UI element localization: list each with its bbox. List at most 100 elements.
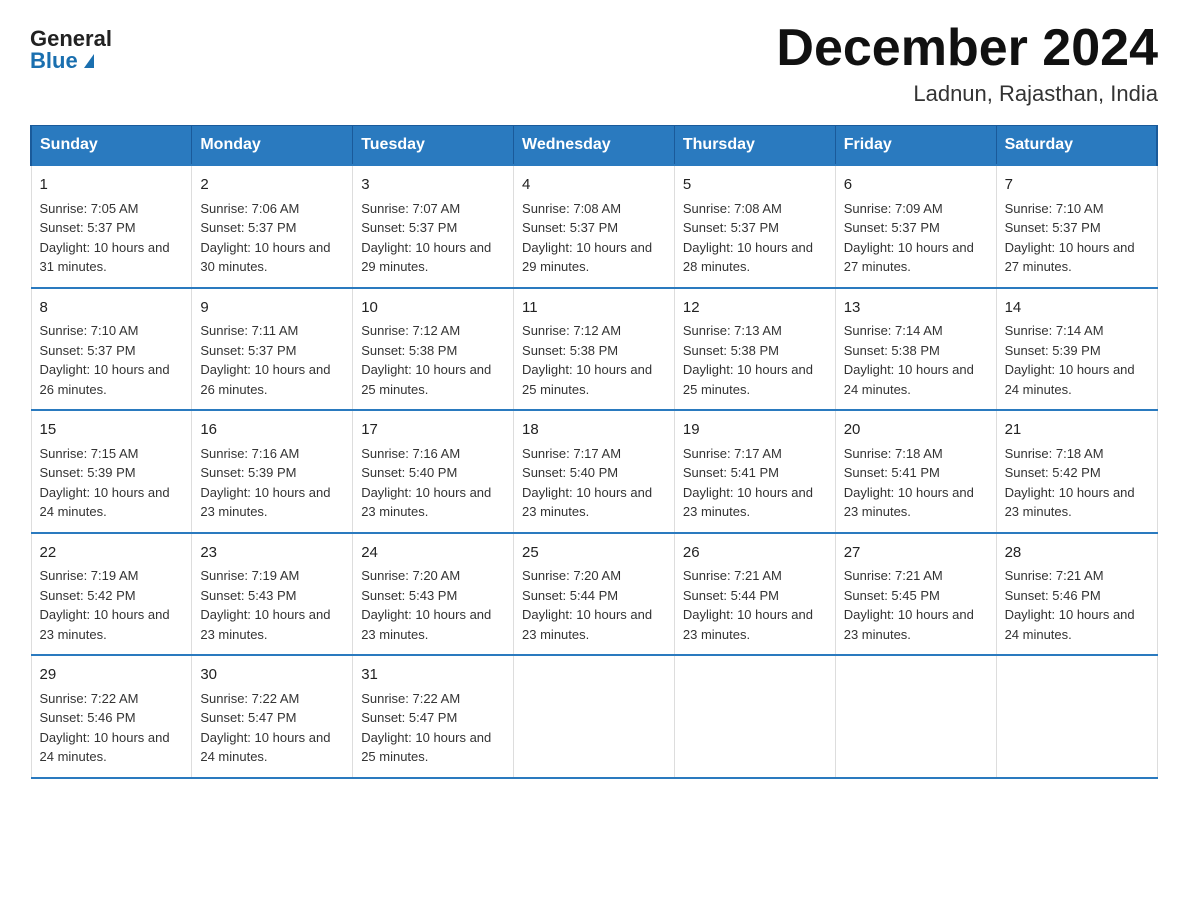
day-number: 23 (200, 542, 344, 565)
calendar-cell: 23Sunrise: 7:19 AMSunset: 5:43 PMDayligh… (192, 533, 353, 656)
day-number: 15 (40, 419, 184, 442)
day-number: 22 (40, 542, 184, 565)
calendar-cell: 10 Sunrise: 7:12 AMSunset: 5:38 PMDayligh… (353, 288, 514, 411)
day-number: 5 (683, 174, 827, 197)
day-info: Sunrise: 7:09 AMSunset: 5:37 PMDaylight:… (844, 201, 974, 275)
week-row-3: 15 Sunrise: 7:15 AMSunset: 5:39 PMDayligh… (31, 410, 1157, 533)
calendar-cell: 28Sunrise: 7:21 AMSunset: 5:46 PMDayligh… (996, 533, 1157, 656)
calendar-cell (674, 655, 835, 778)
calendar-cell (514, 655, 675, 778)
calendar-cell: 8Sunrise: 7:10 AMSunset: 5:37 PMDaylight… (31, 288, 192, 411)
day-number: 4 (522, 174, 666, 197)
logo: General Blue (30, 28, 112, 72)
day-info: Sunrise: 7:08 AMSunset: 5:37 PMDaylight:… (683, 201, 813, 275)
day-info: Sunrise: 7:11 AMSunset: 5:37 PMDaylight:… (200, 323, 330, 397)
calendar-cell: 30 Sunrise: 7:22 AMSunset: 5:47 PMDayligh… (192, 655, 353, 778)
day-header-friday: Friday (835, 126, 996, 166)
day-number: 2 (200, 174, 344, 197)
week-row-2: 8Sunrise: 7:10 AMSunset: 5:37 PMDaylight… (31, 288, 1157, 411)
day-info: Sunrise: 7:14 AMSunset: 5:39 PMDaylight:… (1005, 323, 1135, 397)
day-info: Sunrise: 7:17 AMSunset: 5:41 PMDaylight:… (683, 446, 813, 520)
day-header-monday: Monday (192, 126, 353, 166)
calendar-cell: 3Sunrise: 7:07 AMSunset: 5:37 PMDaylight… (353, 165, 514, 288)
day-info: Sunrise: 7:22 AMSunset: 5:46 PMDaylight:… (40, 691, 170, 765)
calendar-cell: 14 Sunrise: 7:14 AMSunset: 5:39 PMDayligh… (996, 288, 1157, 411)
day-number: 7 (1005, 174, 1149, 197)
day-number: 30 (200, 664, 344, 687)
day-header-saturday: Saturday (996, 126, 1157, 166)
calendar-cell: 9 Sunrise: 7:11 AMSunset: 5:37 PMDaylight… (192, 288, 353, 411)
day-number: 13 (844, 297, 988, 320)
calendar-cell: 4 Sunrise: 7:08 AMSunset: 5:37 PMDaylight… (514, 165, 675, 288)
day-info: Sunrise: 7:06 AMSunset: 5:37 PMDaylight:… (200, 201, 330, 275)
calendar-cell: 16 Sunrise: 7:16 AMSunset: 5:39 PMDayligh… (192, 410, 353, 533)
day-number: 14 (1005, 297, 1149, 320)
calendar-cell: 18 Sunrise: 7:17 AMSunset: 5:40 PMDayligh… (514, 410, 675, 533)
calendar-cell: 25 Sunrise: 7:20 AMSunset: 5:44 PMDayligh… (514, 533, 675, 656)
day-info: Sunrise: 7:19 AMSunset: 5:42 PMDaylight:… (40, 568, 170, 642)
day-info: Sunrise: 7:08 AMSunset: 5:37 PMDaylight:… (522, 201, 652, 275)
day-number: 31 (361, 664, 505, 687)
logo-triangle-icon (84, 54, 94, 68)
location-title: Ladnun, Rajasthan, India (776, 81, 1158, 107)
week-row-5: 29 Sunrise: 7:22 AMSunset: 5:46 PMDayligh… (31, 655, 1157, 778)
calendar-cell: 12Sunrise: 7:13 AMSunset: 5:38 PMDayligh… (674, 288, 835, 411)
calendar-header-row: SundayMondayTuesdayWednesdayThursdayFrid… (31, 126, 1157, 166)
day-info: Sunrise: 7:22 AMSunset: 5:47 PMDaylight:… (361, 691, 491, 765)
day-info: Sunrise: 7:22 AMSunset: 5:47 PMDaylight:… (200, 691, 330, 765)
day-number: 20 (844, 419, 988, 442)
day-number: 6 (844, 174, 988, 197)
day-header-thursday: Thursday (674, 126, 835, 166)
calendar-cell: 15 Sunrise: 7:15 AMSunset: 5:39 PMDayligh… (31, 410, 192, 533)
calendar-cell: 2 Sunrise: 7:06 AMSunset: 5:37 PMDaylight… (192, 165, 353, 288)
calendar-cell: 29 Sunrise: 7:22 AMSunset: 5:46 PMDayligh… (31, 655, 192, 778)
day-number: 10 (361, 297, 505, 320)
title-area: December 2024 Ladnun, Rajasthan, India (776, 20, 1158, 107)
calendar-cell: 27 Sunrise: 7:21 AMSunset: 5:45 PMDayligh… (835, 533, 996, 656)
day-info: Sunrise: 7:14 AMSunset: 5:38 PMDaylight:… (844, 323, 974, 397)
day-info: Sunrise: 7:12 AMSunset: 5:38 PMDaylight:… (361, 323, 491, 397)
logo-general-text: General (30, 28, 112, 50)
day-number: 18 (522, 419, 666, 442)
day-info: Sunrise: 7:15 AMSunset: 5:39 PMDaylight:… (40, 446, 170, 520)
day-info: Sunrise: 7:20 AMSunset: 5:44 PMDaylight:… (522, 568, 652, 642)
calendar-cell: 22 Sunrise: 7:19 AMSunset: 5:42 PMDayligh… (31, 533, 192, 656)
day-info: Sunrise: 7:16 AMSunset: 5:39 PMDaylight:… (200, 446, 330, 520)
calendar-cell (835, 655, 996, 778)
calendar-cell: 17Sunrise: 7:16 AMSunset: 5:40 PMDayligh… (353, 410, 514, 533)
calendar-cell: 1Sunrise: 7:05 AMSunset: 5:37 PMDaylight… (31, 165, 192, 288)
day-info: Sunrise: 7:21 AMSunset: 5:44 PMDaylight:… (683, 568, 813, 642)
day-number: 3 (361, 174, 505, 197)
week-row-1: 1Sunrise: 7:05 AMSunset: 5:37 PMDaylight… (31, 165, 1157, 288)
day-number: 9 (200, 297, 344, 320)
day-number: 28 (1005, 542, 1149, 565)
calendar-cell: 19 Sunrise: 7:17 AMSunset: 5:41 PMDayligh… (674, 410, 835, 533)
day-number: 25 (522, 542, 666, 565)
day-number: 26 (683, 542, 827, 565)
calendar-cell: 13 Sunrise: 7:14 AMSunset: 5:38 PMDayligh… (835, 288, 996, 411)
calendar-cell: 31 Sunrise: 7:22 AMSunset: 5:47 PMDayligh… (353, 655, 514, 778)
calendar-cell: 20 Sunrise: 7:18 AMSunset: 5:41 PMDayligh… (835, 410, 996, 533)
week-row-4: 22 Sunrise: 7:19 AMSunset: 5:42 PMDayligh… (31, 533, 1157, 656)
calendar-cell: 7 Sunrise: 7:10 AMSunset: 5:37 PMDaylight… (996, 165, 1157, 288)
day-info: Sunrise: 7:17 AMSunset: 5:40 PMDaylight:… (522, 446, 652, 520)
calendar-cell: 24Sunrise: 7:20 AMSunset: 5:43 PMDayligh… (353, 533, 514, 656)
day-number: 16 (200, 419, 344, 442)
calendar-cell: 5 Sunrise: 7:08 AMSunset: 5:37 PMDaylight… (674, 165, 835, 288)
day-number: 27 (844, 542, 988, 565)
day-number: 11 (522, 297, 666, 320)
calendar-cell: 21Sunrise: 7:18 AMSunset: 5:42 PMDayligh… (996, 410, 1157, 533)
day-info: Sunrise: 7:18 AMSunset: 5:42 PMDaylight:… (1005, 446, 1135, 520)
day-info: Sunrise: 7:18 AMSunset: 5:41 PMDaylight:… (844, 446, 974, 520)
day-info: Sunrise: 7:12 AMSunset: 5:38 PMDaylight:… (522, 323, 652, 397)
calendar-table: SundayMondayTuesdayWednesdayThursdayFrid… (30, 125, 1158, 779)
header: General Blue December 2024 Ladnun, Rajas… (30, 20, 1158, 107)
day-number: 29 (40, 664, 184, 687)
logo-blue-text: Blue (30, 50, 94, 72)
day-info: Sunrise: 7:10 AMSunset: 5:37 PMDaylight:… (1005, 201, 1135, 275)
day-number: 19 (683, 419, 827, 442)
day-number: 8 (40, 297, 184, 320)
day-info: Sunrise: 7:21 AMSunset: 5:45 PMDaylight:… (844, 568, 974, 642)
month-title: December 2024 (776, 20, 1158, 77)
calendar-cell: 6 Sunrise: 7:09 AMSunset: 5:37 PMDaylight… (835, 165, 996, 288)
